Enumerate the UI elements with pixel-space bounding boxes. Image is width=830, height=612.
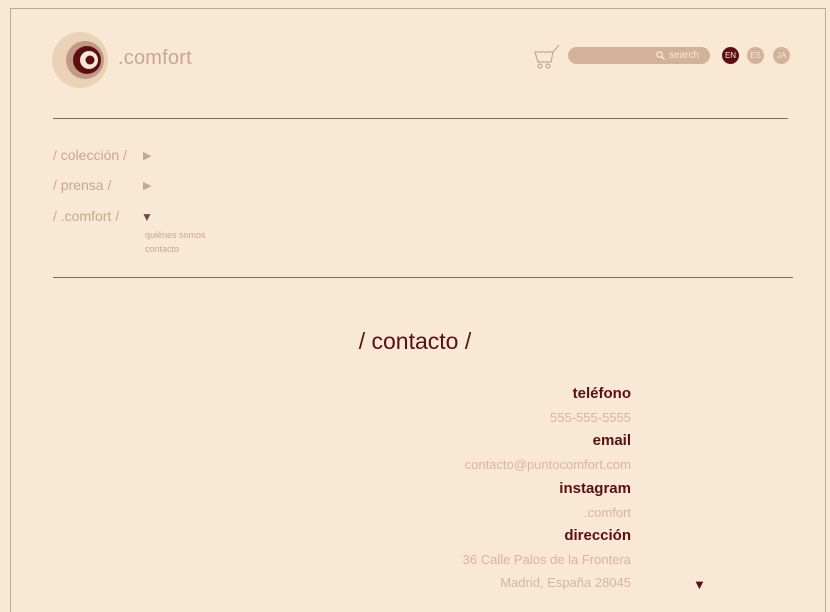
header-divider	[53, 118, 788, 119]
search-placeholder: search	[668, 50, 699, 61]
nav-divider	[53, 277, 793, 278]
cart-icon[interactable]	[533, 44, 561, 70]
address-line-1: 36 Calle Palos de la Frontera	[462, 552, 631, 567]
nav-item-comfort[interactable]: / .comfort /	[53, 208, 119, 224]
submenu-item-quienes-somos[interactable]: quiénes somos	[145, 230, 206, 240]
scroll-down-arrow-icon[interactable]: ▼	[693, 577, 706, 592]
phone-label: teléfono	[572, 385, 631, 402]
expand-arrow-icon[interactable]: ▶	[143, 179, 151, 192]
page-title: / contacto /	[358, 328, 472, 354]
lang-es-button[interactable]: ES	[747, 47, 764, 64]
search-icon	[656, 51, 665, 60]
brand-name[interactable]: .comfort	[118, 47, 192, 70]
instagram-value[interactable]: .comfort	[584, 505, 631, 520]
lang-ja-button[interactable]: JA	[773, 47, 790, 64]
submenu-item-contacto[interactable]: contacto	[145, 244, 179, 254]
address-label: dirección	[564, 527, 631, 544]
page-frame	[10, 8, 826, 612]
address-line-2: Madrid, España 28045	[500, 575, 631, 590]
expand-arrow-icon[interactable]: ▶	[143, 149, 151, 162]
search-input[interactable]: search	[568, 47, 710, 64]
email-value[interactable]: contacto@puntocomfort.com	[465, 457, 631, 472]
comfort-logo-icon[interactable]	[52, 32, 108, 88]
email-label: email	[592, 432, 631, 449]
lang-en-button[interactable]: EN	[722, 47, 739, 64]
nav-item-prensa[interactable]: / prensa /	[53, 177, 111, 193]
phone-value: 555-555-5555	[550, 410, 631, 425]
nav-item-coleccion[interactable]: / colección /	[53, 147, 127, 163]
collapse-arrow-icon[interactable]: ▼	[141, 210, 153, 224]
instagram-label: instagram	[559, 480, 631, 497]
